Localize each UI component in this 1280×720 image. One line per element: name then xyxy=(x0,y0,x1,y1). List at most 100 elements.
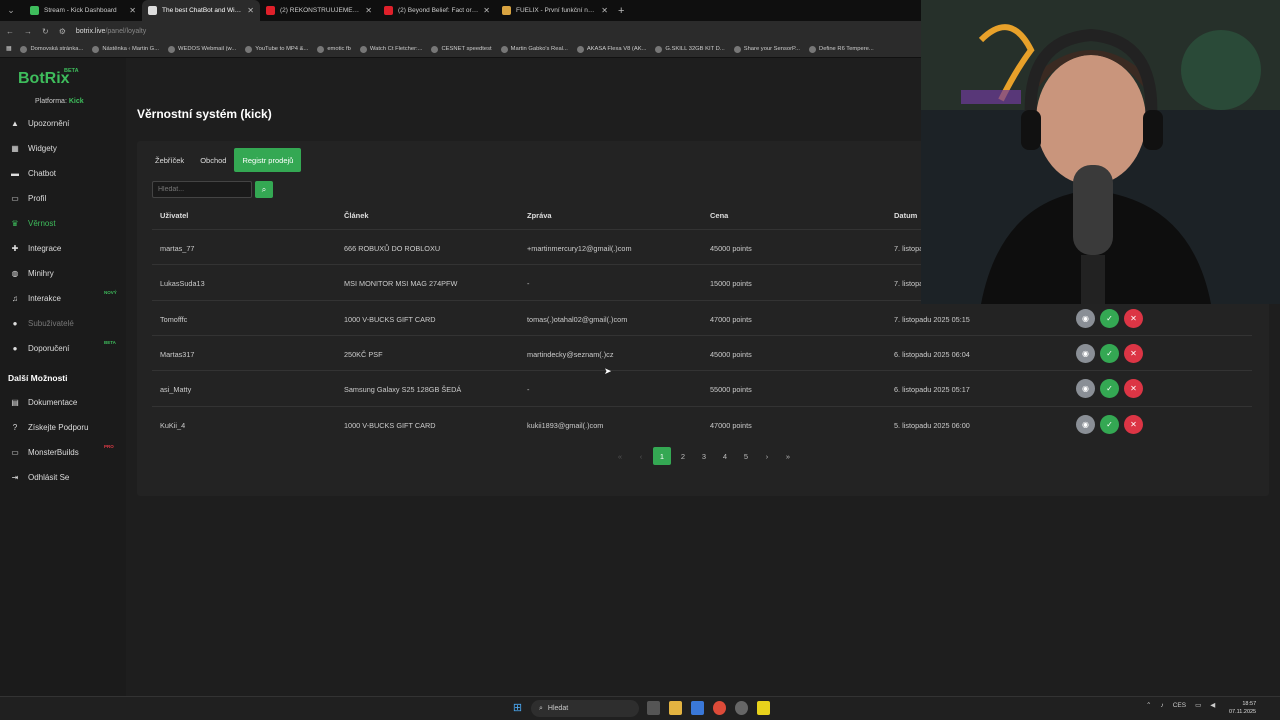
cell-item: 1000 V-BUCKS GIFT CARD xyxy=(344,420,436,430)
sidebar-item-profile[interactable]: ▭ Profil xyxy=(0,188,126,208)
eye-icon: ◉ xyxy=(1082,348,1089,358)
browser-tab[interactable]: FUELIX - První funkční nápoj pro ✕ xyxy=(496,0,614,21)
page-number-button[interactable]: 2 xyxy=(674,447,692,465)
page-title: Věrnostní systém (kick) xyxy=(137,107,272,121)
apps-icon[interactable]: ▦ xyxy=(6,46,11,52)
page-number-button[interactable]: 3 xyxy=(695,447,713,465)
sidebar-item-docs[interactable]: ▤ Dokumentace xyxy=(0,392,126,412)
sidebar-item-label: Doporučení xyxy=(28,343,70,353)
bookmark-item[interactable]: emotic fb xyxy=(317,45,351,53)
approve-button[interactable]: ✓ xyxy=(1100,343,1119,363)
tab-sales-register[interactable]: Registr prodejů xyxy=(234,148,302,172)
chevron-up-icon[interactable]: ⌃ xyxy=(1146,701,1151,709)
back-icon[interactable]: ← xyxy=(6,27,14,36)
sidebar-item-users[interactable]: ● Subuživatelé xyxy=(0,313,126,333)
view-button[interactable]: ◉ xyxy=(1076,308,1095,328)
sidebar-item-widgets[interactable]: ▦ Widgety xyxy=(0,138,126,158)
tab-shop[interactable]: Obchod xyxy=(192,148,234,172)
reject-button[interactable]: ✕ xyxy=(1124,308,1143,328)
warning-icon: ▲ xyxy=(11,118,19,128)
view-button[interactable]: ◉ xyxy=(1076,343,1095,363)
approve-button[interactable]: ✓ xyxy=(1100,414,1119,434)
bookmark-item[interactable]: Define R6 Tempere... xyxy=(809,45,874,53)
tab-leaderboard[interactable]: Žebříček xyxy=(147,148,192,172)
bookmark-item[interactable]: CESNET speedtest xyxy=(431,45,492,53)
first-page-icon[interactable]: « xyxy=(611,447,629,465)
sticky-notes-icon[interactable] xyxy=(757,701,770,715)
reject-button[interactable]: ✕ xyxy=(1124,414,1143,434)
tab-search-icon[interactable]: ⌄ xyxy=(2,3,20,19)
sidebar-item-monitor[interactable]: ▭ MonsterBuilds PRO xyxy=(0,442,126,462)
cell-price: 55000 points xyxy=(710,385,752,395)
cell-price: 45000 points xyxy=(710,349,752,359)
bookmark-item[interactable]: YouTube to MP4 &... xyxy=(245,45,309,53)
gamepad-icon: ◍ xyxy=(11,268,19,278)
close-tab-icon[interactable]: ✕ xyxy=(483,6,490,15)
file-explorer-icon[interactable] xyxy=(669,701,682,715)
bookmark-item[interactable]: G.SKILL 32GB KIT D... xyxy=(655,45,725,53)
approve-button[interactable]: ✓ xyxy=(1100,308,1119,328)
bookmark-item[interactable]: Martin Gabko's Real... xyxy=(500,45,568,53)
sidebar-item-referral[interactable]: ● Doporučení BETA xyxy=(0,338,126,358)
botrix-logo[interactable]: BotRix xyxy=(18,70,70,88)
sidebar-item-puzzle[interactable]: ✚ Integrace xyxy=(0,238,126,258)
next-page-icon[interactable]: › xyxy=(758,447,776,465)
page-number-button[interactable]: 1 xyxy=(653,447,671,465)
reject-button[interactable]: ✕ xyxy=(1124,343,1143,363)
browser-tab[interactable]: The best ChatBot and Widgets ✕ xyxy=(142,0,260,21)
view-button[interactable]: ◉ xyxy=(1076,414,1095,434)
app-icon[interactable] xyxy=(735,701,748,715)
start-icon[interactable]: ⊞ xyxy=(511,702,524,715)
sidebar-item-help[interactable]: ? Získejte Podporu xyxy=(0,417,126,437)
check-icon: ✓ xyxy=(1106,348,1113,358)
sidebar-item-gamepad[interactable]: ◍ Minihry xyxy=(0,263,126,283)
view-button[interactable]: ◉ xyxy=(1076,379,1095,399)
taskbar-clock[interactable]: 18:57 07.11.2025 xyxy=(1229,700,1256,716)
browser-tab[interactable]: (2) Beyond Belief: Fact or Fiction ✕ xyxy=(378,0,496,21)
close-tab-icon[interactable]: ✕ xyxy=(129,6,136,15)
sidebar-item-logout[interactable]: ⇥ Odhlásit Se xyxy=(0,467,126,487)
bookmark-item[interactable]: WEDOS Webmail (w... xyxy=(168,45,236,53)
reject-button[interactable]: ✕ xyxy=(1124,379,1143,399)
cell-message: - xyxy=(527,385,530,395)
reload-icon[interactable]: ↻ xyxy=(42,27,49,36)
page-number-button[interactable]: 4 xyxy=(716,447,734,465)
store-icon[interactable] xyxy=(691,701,704,715)
row-actions: ◉ ✓ ✕ xyxy=(1076,379,1143,399)
trophy-icon: ♛ xyxy=(11,218,19,228)
sidebar-item-music[interactable]: ♫ Interakce NOVÝ xyxy=(0,288,126,308)
search-button[interactable]: ⌕ xyxy=(255,181,273,198)
bookmark-item[interactable]: AKASA Flexa V8 (AK... xyxy=(576,45,646,53)
close-tab-icon[interactable]: ✕ xyxy=(247,6,254,15)
page-number-button[interactable]: 5 xyxy=(737,447,755,465)
bookmark-item[interactable]: Share your SensorP... xyxy=(733,45,800,53)
bookmark-label: YouTube to MP4 &... xyxy=(255,46,309,52)
bookmark-item[interactable]: Nástěnka ‹ Martin G... xyxy=(92,45,159,53)
taskbar-search[interactable]: ⌕ Hledat xyxy=(531,700,639,717)
volume-icon[interactable]: ◀ xyxy=(1210,701,1215,709)
close-tab-icon[interactable]: ✕ xyxy=(365,6,372,15)
chrome-icon[interactable] xyxy=(713,701,726,715)
forward-icon[interactable]: → xyxy=(24,27,32,36)
last-page-icon[interactable]: » xyxy=(779,447,797,465)
site-info-icon[interactable]: ⚙ xyxy=(59,27,66,36)
sidebar-item-trophy[interactable]: ♛ Věrnost xyxy=(0,213,126,233)
sidebar-item-chat[interactable]: ▬ Chatbot xyxy=(0,163,126,183)
close-tab-icon[interactable]: ✕ xyxy=(601,6,608,15)
browser-tab[interactable]: Stream - Kick Dashboard ✕ xyxy=(24,0,142,21)
search-input[interactable] xyxy=(152,181,252,198)
bookmark-label: emotic fb xyxy=(327,46,351,52)
microphone-icon[interactable]: ♪ xyxy=(1160,702,1163,709)
prev-page-icon[interactable]: ‹ xyxy=(632,447,650,465)
language-indicator[interactable]: CES xyxy=(1173,702,1186,709)
url-field[interactable]: botrix.live/panel/loyalty xyxy=(76,28,146,35)
task-view-icon[interactable] xyxy=(647,701,660,715)
close-icon: ✕ xyxy=(1130,313,1137,323)
bookmark-item[interactable]: Watch Ct Fletcher:... xyxy=(359,45,422,53)
browser-tab[interactable]: (2) REKONSTRUUJEME BYT, KD ✕ xyxy=(260,0,378,21)
sidebar-item-warning[interactable]: ▲ Upozornění xyxy=(0,113,126,133)
bookmark-item[interactable]: Domovská stránka... xyxy=(20,45,83,53)
approve-button[interactable]: ✓ xyxy=(1100,379,1119,399)
network-icon[interactable]: ▭ xyxy=(1195,701,1201,709)
new-tab-button[interactable]: + xyxy=(618,5,624,17)
